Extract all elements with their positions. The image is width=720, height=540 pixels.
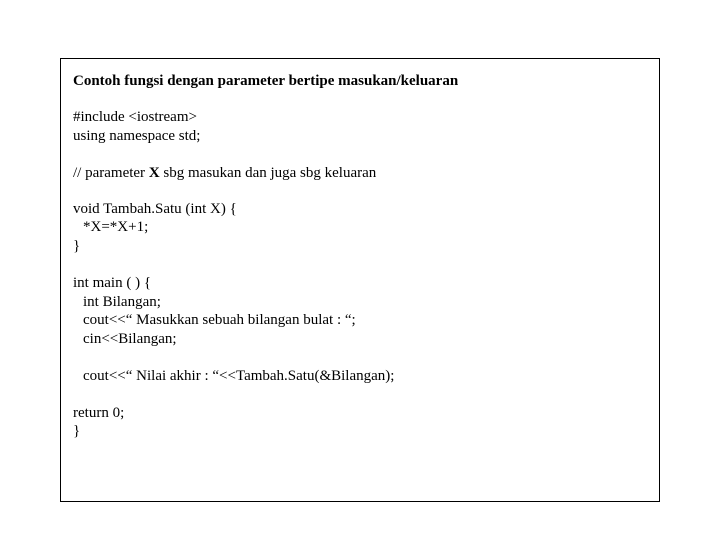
func-signature: void Tambah.Satu (int X) { (73, 200, 647, 219)
main-cout1: cout<<“ Masukkan sebuah bilangan bulat :… (73, 311, 647, 330)
func-body: *X=*X+1; (73, 218, 647, 237)
main-cout2-block: cout<<“ Nilai akhir : “<<Tambah.Satu(&Bi… (73, 367, 647, 386)
main-signature: int main ( ) { (73, 274, 647, 293)
includes-block: #include <iostream> using namespace std; (73, 108, 647, 146)
comment-text1: parameter (85, 165, 149, 181)
comment-prefix: // (73, 165, 85, 181)
main-close: } (73, 422, 647, 441)
title: Contoh fungsi dengan parameter bertipe m… (73, 73, 647, 90)
return-stmt: return 0; (73, 404, 647, 423)
function-block: void Tambah.Satu (int X) { *X=*X+1; } (73, 200, 647, 256)
main-cin: cin<<Bilangan; (73, 330, 647, 349)
func-close: } (73, 237, 647, 256)
main-cout2: cout<<“ Nilai akhir : “<<Tambah.Satu(&Bi… (73, 367, 647, 386)
main-block: int main ( ) { int Bilangan; cout<<“ Mas… (73, 274, 647, 349)
include-iostream: #include <iostream> (73, 108, 647, 127)
comment-block: // parameter X sbg masukan dan juga sbg … (73, 164, 647, 182)
using-namespace: using namespace std; (73, 127, 647, 146)
comment-text2: sbg masukan dan juga sbg keluaran (160, 165, 377, 181)
main-declare: int Bilangan; (73, 293, 647, 312)
comment-bold: X (149, 165, 160, 181)
code-box: Contoh fungsi dengan parameter bertipe m… (60, 58, 660, 502)
return-block: return 0; } (73, 404, 647, 442)
